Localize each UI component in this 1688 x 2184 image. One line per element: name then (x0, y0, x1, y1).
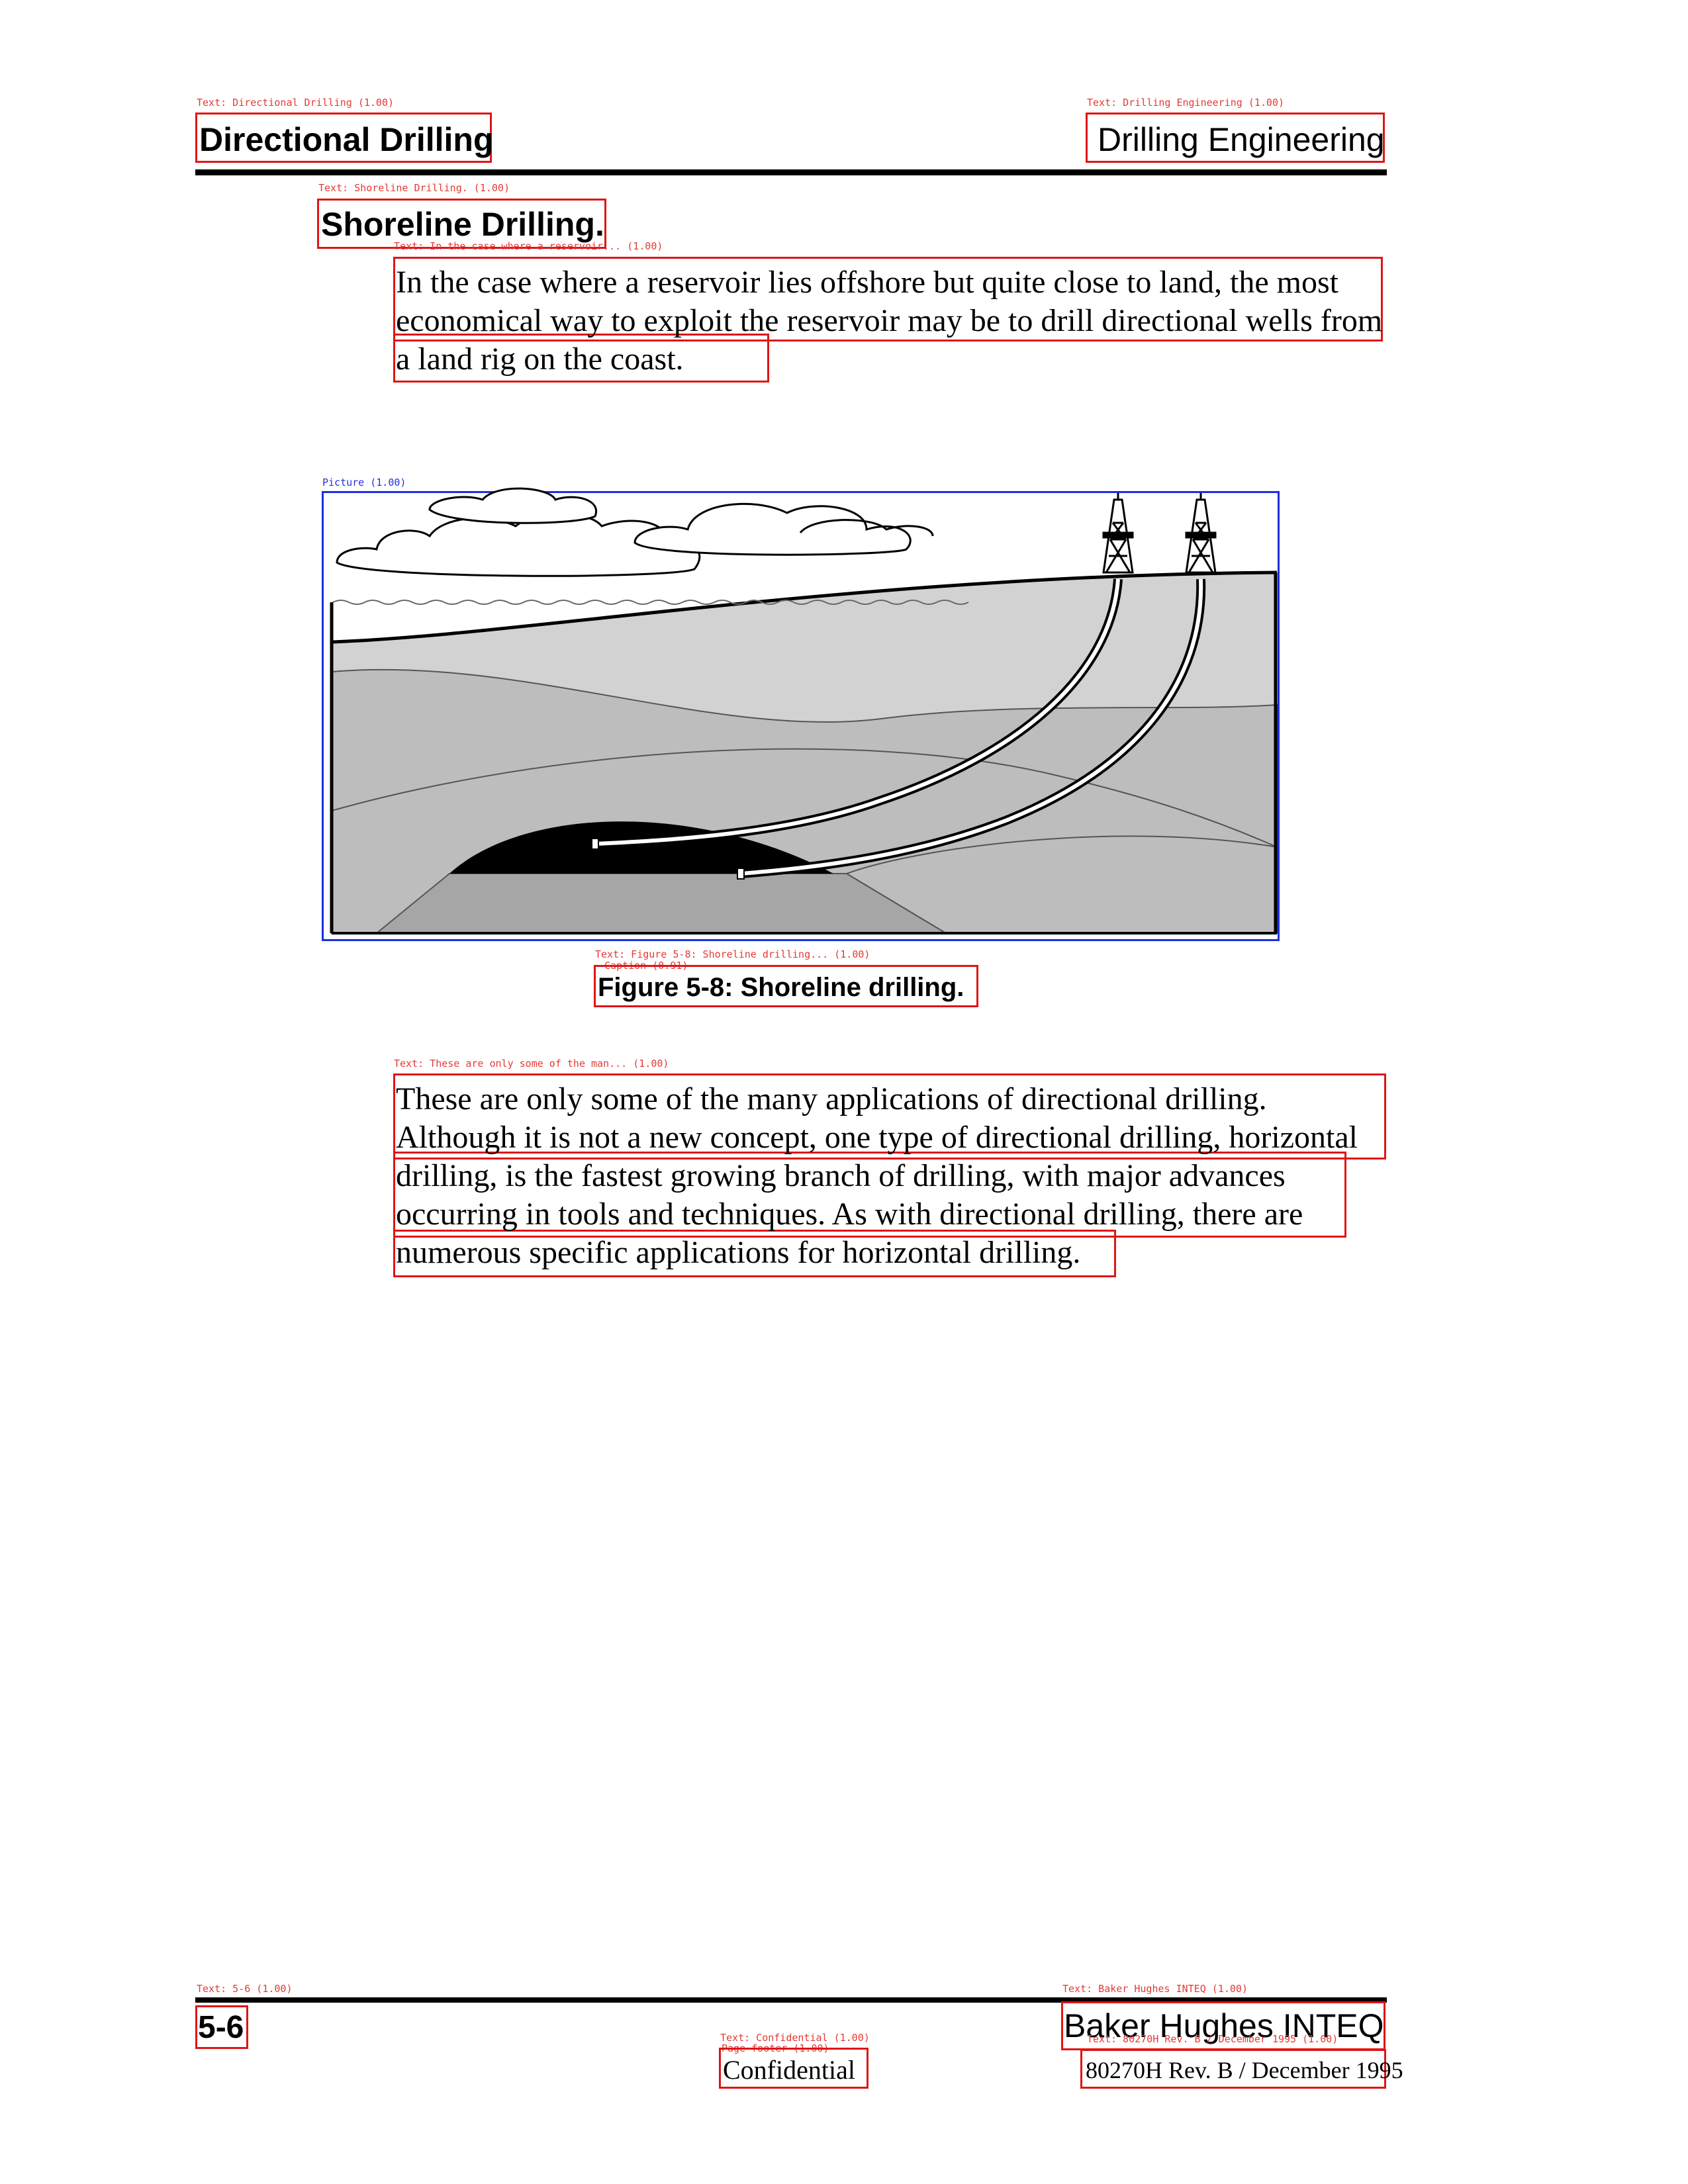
page-number: 5-6 (198, 2010, 244, 2045)
section-annotation: Text: Shoreline Drilling. (1.00) (318, 182, 510, 194)
derrick-left-icon (1102, 493, 1134, 574)
header-left-annotation: Text: Directional Drilling (1.00) (197, 97, 395, 109)
header-rule (195, 169, 1387, 175)
header-right-title: Drilling Engineering (1098, 121, 1385, 158)
page-number-annotation: Text: 5-6 (1.00) (197, 1983, 293, 1995)
shoreline-drilling-illustration (330, 487, 1278, 934)
confidential-text: Confidential (723, 2055, 855, 2085)
company-annotation: Text: Baker Hughes INTEQ (1.00) (1062, 1983, 1248, 1995)
confidential-annotation: Text: Confidential (1.00) (720, 2032, 870, 2044)
header-right-annotation: Text: Drilling Engineering (1.00) (1087, 97, 1285, 109)
revision-text: 80270H Rev. B / December 1995 (1086, 2057, 1403, 2083)
paragraph2-text: These are only some of the many applicat… (396, 1081, 1358, 1270)
figure-caption: Figure 5-8: Shoreline drilling. (598, 973, 964, 1002)
paragraph2-annotation: Text: These are only some of the man... … (394, 1058, 669, 1069)
caption-annotation: Text: Figure 5-8: Shoreline drilling... … (595, 948, 870, 960)
derrick-right-icon (1185, 493, 1217, 574)
paragraph1-text: In the case where a reservoir lies offsh… (396, 265, 1383, 377)
header-left-title: Directional Drilling (199, 121, 494, 158)
section-title: Shoreline Drilling. (321, 206, 604, 243)
paragraph1-annotation: Text: In the case where a reservoir... (… (394, 240, 663, 252)
revision-annotation: Text: 80270H Rev. B / December 1995 (1.0… (1087, 2033, 1338, 2045)
